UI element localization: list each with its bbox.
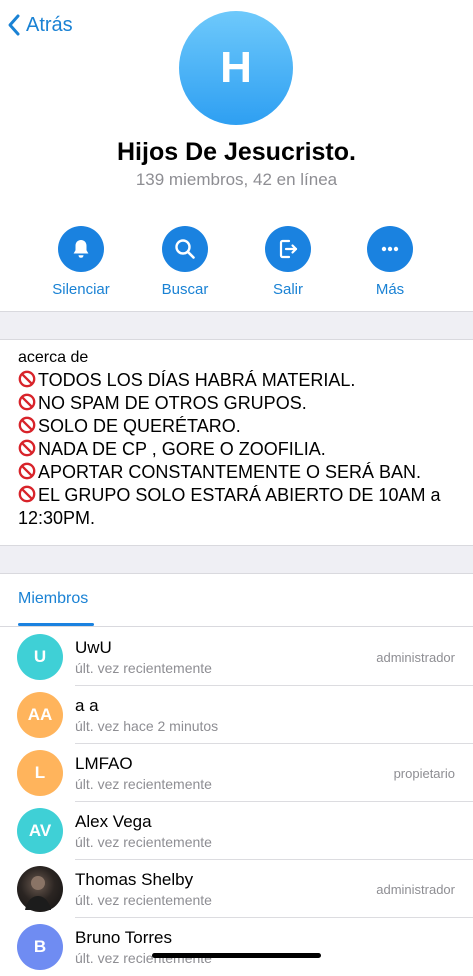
group-avatar[interactable]: H: [179, 11, 293, 125]
section-divider: [0, 311, 473, 340]
search-label: Buscar: [161, 281, 209, 298]
about-line: EL GRUPO SOLO ESTARÁ ABIERTO DE 10AM a: [18, 484, 463, 507]
member-last-seen: últ. vez recientemente: [75, 834, 212, 850]
chevron-left-icon: [8, 14, 20, 36]
member-last-seen: últ. vez hace 2 minutos: [75, 718, 219, 734]
about-line: SOLO DE QUERÉTARO.: [18, 415, 463, 438]
more-button-circle: [367, 226, 413, 272]
tab-bar-divider: [0, 626, 473, 627]
group-avatar-letter: H: [220, 43, 252, 92]
leave-label: Salir: [272, 281, 303, 298]
section-divider: [0, 545, 473, 574]
about-line: 12:30PM.: [18, 507, 463, 530]
member-role: propietario: [393, 766, 455, 781]
prohibited-icon: [18, 370, 36, 388]
member-last-seen: últ. vez recientemente: [75, 892, 212, 908]
member-last-seen: últ. vez recientemente: [75, 660, 212, 676]
back-button[interactable]: Atrás: [6, 10, 73, 40]
about-line-text: 12:30PM.: [18, 508, 96, 528]
member-row[interactable]: AV Alex Vega últ. vez recientemente: [0, 802, 473, 860]
bell-icon: [73, 240, 89, 258]
more-icon: [381, 246, 399, 252]
member-row[interactable]: AA a a últ. vez hace 2 minutos: [0, 686, 473, 744]
member-name: LMFAO: [75, 754, 133, 773]
member-row[interactable]: Thomas Shelby últ. vez recientemente adm…: [0, 860, 473, 918]
about-line: APORTAR CONSTANTEMENTE O SERÁ BAN.: [18, 461, 463, 484]
about-line-text: NO SPAM DE OTROS GRUPOS.: [38, 393, 307, 413]
group-member-count: 139 miembros, 42 en línea: [135, 170, 338, 189]
about-line-text: TODOS LOS DÍAS HABRÁ MATERIAL.: [38, 370, 356, 390]
about-line-text: NADA DE CP , GORE O ZOOFILIA.: [38, 439, 326, 459]
about-line-text: EL GRUPO SOLO ESTARÁ ABIERTO DE 10AM a: [38, 485, 441, 505]
mute-button[interactable]: Silenciar: [36, 226, 126, 298]
leave-button-circle: [265, 226, 311, 272]
member-name: Alex Vega: [75, 812, 152, 831]
avatar-photo: [17, 866, 63, 912]
about-line-text: SOLO DE QUERÉTARO.: [38, 416, 241, 436]
prohibited-icon: [18, 439, 36, 457]
prohibited-icon: [18, 462, 36, 480]
avatar: B: [17, 924, 63, 970]
avatar: U: [17, 634, 63, 680]
search-button[interactable]: Buscar: [140, 226, 230, 298]
leave-button[interactable]: Salir: [243, 226, 333, 298]
about-line: NADA DE CP , GORE O ZOOFILIA.: [18, 438, 463, 461]
avatar: L: [17, 750, 63, 796]
mute-label: Silenciar: [52, 281, 110, 298]
more-label: Más: [375, 281, 405, 298]
member-role: administrador: [376, 882, 455, 897]
member-name: a a: [75, 696, 99, 715]
member-name: Bruno Torres: [75, 928, 173, 947]
home-indicator[interactable]: [152, 953, 321, 958]
mute-button-circle: [58, 226, 104, 272]
prohibited-icon: [18, 416, 36, 434]
about-line-text: APORTAR CONSTANTEMENTE O SERÁ BAN.: [38, 462, 422, 482]
tab-members[interactable]: Miembros: [18, 590, 88, 608]
prohibited-icon: [18, 485, 36, 503]
search-button-circle: [162, 226, 208, 272]
about-line: NO SPAM DE OTROS GRUPOS.: [18, 392, 463, 415]
about-line: TODOS LOS DÍAS HABRÁ MATERIAL.: [18, 369, 463, 392]
prohibited-icon: [18, 393, 36, 411]
about-section: acerca de TODOS LOS DÍAS HABRÁ MATERIAL.…: [18, 349, 463, 530]
member-row[interactable]: U UwU últ. vez recientemente administrad…: [0, 628, 473, 686]
avatar: AA: [17, 692, 63, 738]
member-name: UwU: [75, 638, 112, 657]
member-row[interactable]: B Bruno Torres últ. vez recientemente: [0, 918, 473, 976]
avatar: AV: [17, 808, 63, 854]
exit-icon: [279, 239, 298, 259]
member-role: administrador: [376, 650, 455, 665]
about-label: acerca de: [18, 349, 89, 366]
member-last-seen: últ. vez recientemente: [75, 776, 212, 792]
more-button[interactable]: Más: [345, 226, 435, 298]
back-label: Atrás: [26, 13, 73, 36]
group-name: Hijos De Jesucristo.: [117, 138, 356, 166]
member-name: Thomas Shelby: [75, 870, 194, 889]
person-photo-icon: [25, 876, 51, 910]
member-row[interactable]: L LMFAO últ. vez recientemente propietar…: [0, 744, 473, 802]
search-icon: [175, 239, 195, 259]
